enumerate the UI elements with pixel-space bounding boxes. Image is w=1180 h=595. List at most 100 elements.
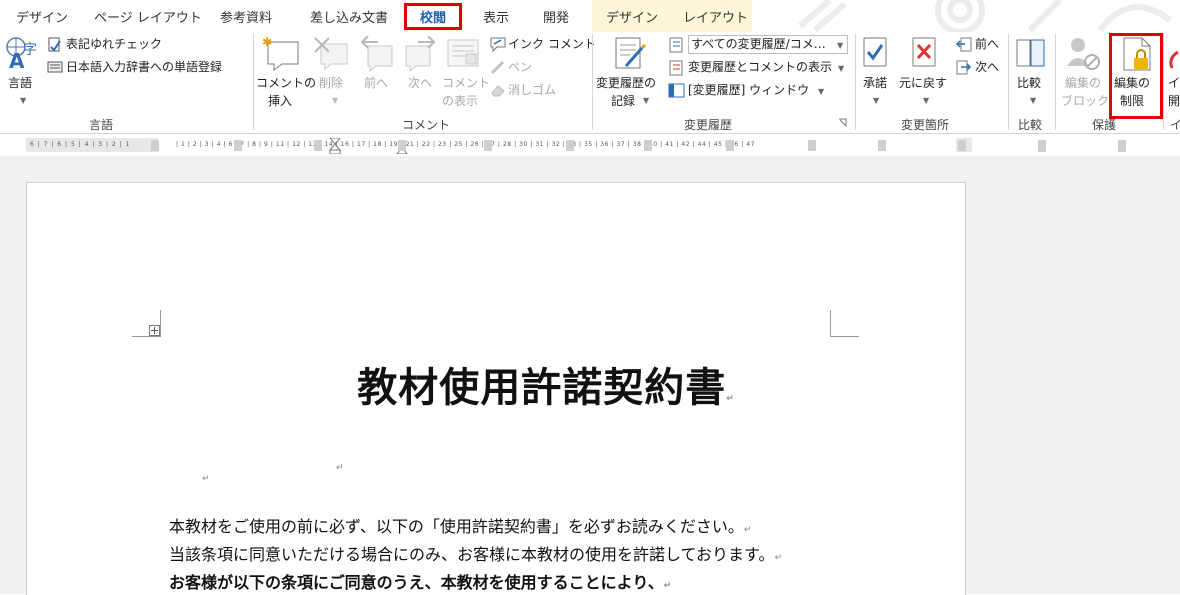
body-paragraph[interactable]: お客様が以下の条項にご同意のうえ、本教材を使用することにより、↵ <box>169 569 671 593</box>
eraser-button[interactable]: 消しゴム <box>508 81 556 99</box>
block-authors-label-2[interactable]: ブロック <box>1061 92 1109 110</box>
language-group-label: 言語 <box>89 118 114 132</box>
group-separator <box>1055 34 1056 130</box>
track-changes-label-1[interactable]: 変更履歴の <box>596 74 656 92</box>
group-separator <box>855 34 856 130</box>
track-changes-icon <box>615 37 647 69</box>
body-paragraph-text: 本教材をご使用の前に必ず、以下の「使用許諾契約書」を必ずお読みください。 <box>169 517 744 536</box>
restrict-editing-highlight <box>1109 33 1163 119</box>
paragraph-mark: ↵ <box>336 463 344 473</box>
spelling-check-icon <box>48 37 61 52</box>
ink-comment-button[interactable]: インク コメント <box>508 35 596 53</box>
tab-table-design[interactable]: デザイン <box>606 7 658 26</box>
track-changes-label-2[interactable]: 記録 <box>611 92 635 110</box>
tab-view[interactable]: 表示 <box>483 7 509 26</box>
next-change-icon <box>956 60 972 75</box>
body-paragraph-text: 当該条項に同意いただける場合にのみ、お客様に本教材の使用を許諾しております。 <box>169 545 775 564</box>
paragraph-mark: ↵ <box>774 553 782 563</box>
paragraph-mark: ↵ <box>743 525 752 535</box>
body-paragraph[interactable]: 当該条項に同意いただける場合にのみ、お客様に本教材の使用を許諾しております。↵ <box>169 541 782 565</box>
markup-mode-select[interactable]: すべての変更履歴/コメ… ▼ <box>688 35 848 54</box>
show-markup-button[interactable]: 変更履歴とコメントの表示 <box>688 58 832 76</box>
ink-tools-label-2[interactable]: 開 <box>1168 92 1180 110</box>
dialog-launcher-icon[interactable] <box>838 118 848 128</box>
language-button[interactable]: 言語 <box>8 74 32 92</box>
tab-references[interactable]: 参考資料 <box>220 7 272 26</box>
next-change-button[interactable]: 次へ <box>975 58 999 76</box>
review-tab-highlight <box>404 3 462 30</box>
table-move-handle-icon[interactable] <box>149 325 160 336</box>
tab-table-layout[interactable]: レイアウト <box>683 7 748 26</box>
new-comment-label-2[interactable]: 挿入 <box>268 92 292 110</box>
ink-tools-icon <box>1169 50 1179 69</box>
paragraph-mark: ↵ <box>202 474 210 484</box>
reviewing-pane-dropdown-icon[interactable]: ▼ <box>818 87 824 96</box>
ink-group-label: イ <box>1170 118 1180 132</box>
accept-change-icon <box>863 37 887 67</box>
paragraph-mark: ↵ <box>726 394 735 404</box>
markup-mode-icon <box>669 37 683 53</box>
consistency-check-button[interactable]: 表記ゆれチェック <box>66 35 162 53</box>
margin-corner-right <box>830 310 859 337</box>
markup-mode-dropdown-icon[interactable]: ▼ <box>837 41 843 50</box>
paragraph-mark: ↵ <box>663 581 672 591</box>
accept-dropdown-icon[interactable]: ▼ <box>873 96 879 105</box>
tab-developer[interactable]: 開発 <box>543 7 569 26</box>
group-separator <box>1008 34 1009 130</box>
protect-group-label: 保護 <box>1092 118 1117 132</box>
svg-text:字: 字 <box>23 42 37 58</box>
reject-dropdown-icon[interactable]: ▼ <box>923 96 929 105</box>
compare-dropdown-icon[interactable]: ▼ <box>1030 96 1036 105</box>
show-comments-icon <box>447 39 479 67</box>
delete-dropdown-icon[interactable]: ▼ <box>332 96 338 105</box>
group-separator <box>1163 34 1164 130</box>
tab-page-layout[interactable]: ページ レイアウト <box>94 7 202 26</box>
markup-mode-value: すべての変更履歴/コメ… <box>691 37 826 51</box>
reviewing-pane-button[interactable]: [変更履歴] ウィンドウ <box>688 81 809 99</box>
show-markup-icon <box>669 60 683 76</box>
block-authors-label-1[interactable]: 編集の <box>1065 74 1101 92</box>
reviewing-pane-icon <box>668 83 685 98</box>
new-comment-label-1[interactable]: コメントの <box>256 74 316 92</box>
compare-button[interactable]: 比較 <box>1017 74 1041 92</box>
ink-comment-icon <box>490 37 506 52</box>
svg-text:✱: ✱ <box>262 36 272 49</box>
comments-group-label: コメント <box>402 118 451 132</box>
show-comments-label-1[interactable]: コメント <box>442 74 490 92</box>
show-markup-dropdown-icon[interactable]: ▼ <box>838 64 844 73</box>
horizontal-ruler[interactable]: 6 | 7 | 6 | 5 | 4 | 3 | 2 | 1 | 1 | 2 | … <box>26 138 972 154</box>
ime-dictionary-button[interactable]: 日本語入力辞書への単語登録 <box>66 58 222 76</box>
document-title[interactable]: 教材使用許諾契約書↵ <box>0 355 1092 413</box>
next-comment-icon <box>405 36 436 72</box>
group-separator <box>592 34 593 130</box>
ruler-column-markers <box>151 140 966 151</box>
reject-button[interactable]: 元に戻す <box>899 74 947 92</box>
changes-group-label: 変更箇所 <box>901 118 950 132</box>
block-authors-icon <box>1067 38 1100 70</box>
compare-group-label: 比較 <box>1018 118 1043 132</box>
body-paragraph-text: お客様が以下の条項にご同意のうえ、本教材を使用することにより、 <box>169 573 664 592</box>
ruler-extra-markers <box>1038 140 1126 152</box>
previous-comment-icon <box>360 36 393 72</box>
previous-comment-button[interactable]: 前へ <box>364 74 388 92</box>
tab-mailings[interactable]: 差し込み文書 <box>310 7 388 26</box>
previous-change-button[interactable]: 前へ <box>975 35 999 53</box>
ribbon-background-graphic <box>798 0 1172 32</box>
next-comment-button[interactable]: 次へ <box>408 74 432 92</box>
ime-dictionary-icon <box>47 61 63 73</box>
new-comment-icon: ✱ <box>262 36 299 71</box>
group-separator <box>253 34 254 130</box>
track-changes-dropdown-icon[interactable]: ▼ <box>643 96 649 105</box>
eraser-icon <box>491 85 505 97</box>
delete-comment-button[interactable]: 削除 <box>319 74 343 92</box>
ink-tools-label-1[interactable]: イン <box>1168 74 1180 92</box>
tracking-group-label: 変更履歴 <box>684 118 733 132</box>
pen-icon <box>490 60 505 75</box>
language-dropdown-icon[interactable]: ▼ <box>20 96 26 105</box>
pen-button[interactable]: ペン <box>508 58 532 76</box>
previous-change-icon <box>955 37 972 52</box>
show-comments-label-2[interactable]: の表示 <box>442 92 478 110</box>
body-paragraph[interactable]: 本教材をご使用の前に必ず、以下の「使用許諾契約書」を必ずお読みください。↵ <box>169 513 751 537</box>
accept-button[interactable]: 承諾 <box>863 74 887 92</box>
tab-design[interactable]: デザイン <box>16 7 68 26</box>
